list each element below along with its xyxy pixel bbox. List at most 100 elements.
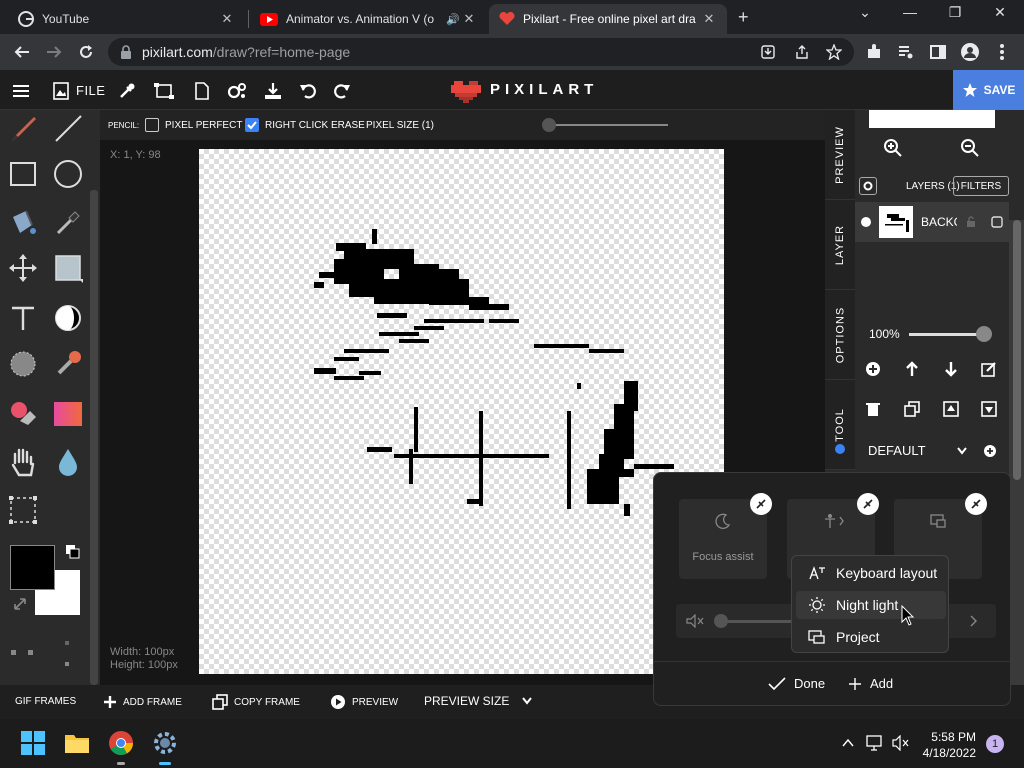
share-icon[interactable]	[794, 44, 810, 60]
star-bookmark-icon[interactable]	[826, 44, 842, 60]
add-frame-button[interactable]: ADD FRAME	[103, 695, 182, 709]
tab-layer[interactable]: LAYER	[825, 200, 855, 290]
windows-start-icon[interactable]	[20, 730, 46, 756]
tab-preview[interactable]: PREVIEW	[825, 110, 855, 200]
dither-tool[interactable]	[5, 346, 41, 382]
right-panel-scrollbar-thumb[interactable]	[1013, 220, 1021, 480]
tab-youtube[interactable]: YouTube ✕	[8, 4, 245, 34]
profile-button[interactable]	[958, 40, 982, 64]
tool-palette-scrollbar[interactable]	[90, 190, 98, 685]
edit-layer-button[interactable]	[978, 358, 1000, 380]
move-tool[interactable]	[5, 250, 41, 286]
shape-fill-tool[interactable]	[50, 250, 86, 286]
tab-search-icon[interactable]: ⌄	[850, 4, 880, 21]
color-picker-button[interactable]	[116, 80, 138, 102]
pencil-tool[interactable]	[5, 110, 41, 146]
copy-frame-button[interactable]: COPY FRAME	[212, 694, 300, 710]
pixel-size-slider-knob[interactable]	[542, 118, 556, 132]
unpin-accessibility-button[interactable]	[857, 493, 879, 515]
select-tool[interactable]	[5, 492, 41, 528]
menu-item-keyboard-layout[interactable]: Keyboard layout	[796, 559, 946, 587]
save-button[interactable]: SAVE	[953, 70, 1024, 110]
layer-opacity-slider-track[interactable]	[909, 333, 983, 336]
layer-visibility-toggle[interactable]	[861, 217, 871, 227]
add-layer-button[interactable]	[862, 358, 884, 380]
file-menu-button[interactable]	[50, 80, 72, 102]
file-explorer-icon[interactable]	[64, 730, 90, 756]
stamp-tool[interactable]	[50, 346, 86, 382]
preset-dropdown[interactable]: DEFAULT	[855, 438, 1009, 464]
layer-lock-icon[interactable]	[965, 216, 977, 228]
close-tab-icon[interactable]: ✕	[461, 11, 477, 27]
duplicate-layer-button[interactable]	[901, 398, 923, 420]
tab-pixilart[interactable]: Pixilart - Free online pixel art dra ✕	[489, 4, 727, 34]
add-quick-setting-button[interactable]: Add	[848, 676, 893, 691]
volume-muted-tray-icon[interactable]	[892, 735, 910, 751]
close-tab-icon[interactable]: ✕	[701, 11, 717, 27]
new-file-button[interactable]	[191, 80, 213, 102]
layer-opacity-slider-knob[interactable]	[976, 326, 992, 342]
right-click-erase-checkbox[interactable]	[245, 118, 259, 132]
undo-button[interactable]	[297, 80, 319, 102]
volume-slider-track[interactable]	[720, 620, 792, 623]
add-preset-icon[interactable]	[983, 444, 997, 458]
extensions-button[interactable]	[862, 40, 886, 64]
show-hidden-icons-chevron-icon[interactable]	[841, 737, 855, 749]
pixel-perfect-checkbox[interactable]	[145, 118, 159, 132]
swap-default-colors-icon[interactable]	[65, 544, 81, 560]
download-button[interactable]	[262, 80, 284, 102]
right-panel-scrollbar[interactable]	[1009, 220, 1024, 685]
unpin-focus-assist-button[interactable]	[750, 493, 772, 515]
redo-button[interactable]	[331, 80, 353, 102]
tab-options[interactable]: OPTIONS	[825, 290, 855, 380]
side-panel-button[interactable]	[926, 40, 950, 64]
back-button[interactable]	[10, 40, 34, 64]
install-app-icon[interactable]	[760, 44, 776, 60]
gif-frames-button[interactable]: GIF FRAMES	[15, 696, 76, 707]
layer-name[interactable]: BACKG	[921, 215, 957, 229]
menu-item-project[interactable]: Project	[796, 623, 946, 651]
done-button[interactable]: Done	[768, 676, 825, 691]
hamburger-menu-button[interactable]	[10, 80, 32, 102]
merge-up-button[interactable]	[940, 398, 962, 420]
speaker-icon[interactable]: 🔊	[445, 13, 461, 26]
eraser-tool[interactable]	[5, 396, 41, 432]
move-layer-down-button[interactable]	[940, 358, 962, 380]
line-tool[interactable]	[50, 110, 86, 146]
eyedropper-tool[interactable]	[50, 204, 86, 240]
swap-colors-arrow-icon[interactable]	[12, 596, 28, 612]
lighten-darken-tool[interactable]	[50, 300, 86, 336]
tab-tool[interactable]: TOOL	[825, 380, 855, 470]
resize-canvas-button[interactable]	[153, 80, 175, 102]
file-menu-label[interactable]: FILE	[76, 83, 105, 98]
media-control-button[interactable]	[894, 40, 918, 64]
unpin-project-button[interactable]	[965, 493, 987, 515]
chrome-menu-button[interactable]	[990, 40, 1014, 64]
chevron-right-icon[interactable]	[968, 614, 978, 628]
filters-button[interactable]: FILTERS	[953, 176, 1009, 196]
chrome-icon[interactable]	[108, 730, 134, 756]
hand-pan-tool[interactable]	[5, 444, 41, 480]
layer-settings-button[interactable]	[859, 177, 877, 195]
reload-button[interactable]	[74, 40, 98, 64]
gradient-tool[interactable]	[50, 396, 86, 432]
address-bar[interactable]: pixilart.com/draw?ref=home-page	[108, 38, 854, 66]
forward-button[interactable]	[42, 40, 66, 64]
rectangle-tool[interactable]	[5, 156, 41, 192]
layer-select-checkbox[interactable]	[991, 216, 1003, 228]
drawing-canvas[interactable]	[199, 149, 724, 674]
notification-badge[interactable]: 1	[986, 735, 1004, 753]
blur-tool[interactable]	[50, 444, 86, 480]
ellipse-tool[interactable]	[50, 156, 86, 192]
minimize-button[interactable]: —	[895, 4, 925, 20]
fill-bucket-tool[interactable]	[5, 204, 41, 240]
settings-gear-icon[interactable]	[152, 730, 178, 756]
delete-layer-button[interactable]	[862, 398, 884, 420]
volume-slider-knob[interactable]	[714, 614, 728, 628]
menu-item-night-light[interactable]: Night light	[796, 591, 946, 619]
move-layer-up-button[interactable]	[901, 358, 923, 380]
close-window-button[interactable]: ✕	[985, 4, 1015, 21]
pixel-size-slider-track[interactable]	[548, 124, 668, 126]
primary-color-swatch[interactable]	[10, 545, 55, 590]
layer-row[interactable]: BACKG	[855, 202, 1009, 242]
